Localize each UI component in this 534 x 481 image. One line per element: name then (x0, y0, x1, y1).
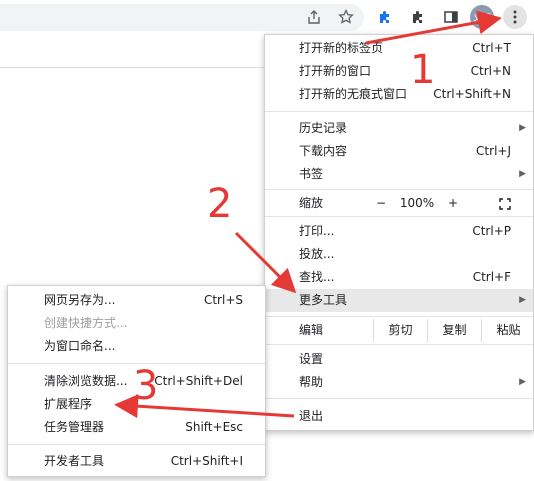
annotation-number-1: 1 (410, 47, 436, 93)
annotation-number-2: 2 (207, 181, 233, 227)
annotation-arrow-2 (234, 231, 297, 294)
annotation-arrow-1 (365, 10, 502, 45)
annotation-arrows (114, 10, 502, 419)
annotation-number-3: 3 (133, 363, 159, 409)
